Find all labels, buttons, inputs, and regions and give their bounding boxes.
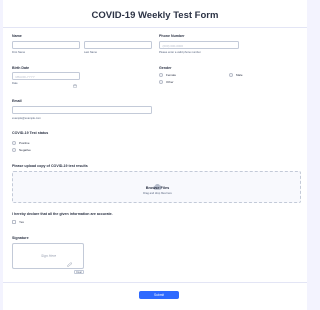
submit-button[interactable]: Submit — [139, 291, 179, 299]
signature-label: Signature — [12, 236, 29, 240]
last-name-sublabel: Last Name — [84, 51, 97, 54]
test-negative-radio[interactable] — [12, 147, 16, 152]
title-divider — [3, 27, 307, 28]
clear-signature-button[interactable]: Clear — [74, 270, 84, 274]
upload-hint: Drag and drop files here — [143, 192, 172, 195]
cloud-upload-icon — [153, 177, 162, 190]
name-label: Name — [12, 34, 22, 38]
test-positive-radio[interactable] — [12, 140, 16, 145]
form-card: COVID-19 Weekly Test Form Name First Nam… — [3, 0, 307, 310]
declaration-label: I hereby declare that all the given info… — [12, 212, 113, 216]
test-status-label: COVID-19 Test status — [12, 131, 49, 135]
form-title: COVID-19 Weekly Test Form — [91, 10, 219, 21]
gender-label: Gender — [159, 66, 172, 70]
birth-date-placeholder: MM-DD-YYYY — [15, 75, 35, 80]
birth-date-label: Birth Date — [12, 66, 30, 70]
first-name-input[interactable] — [12, 41, 80, 49]
email-input[interactable] — [12, 106, 152, 114]
pen-icon — [67, 254, 73, 267]
email-sublabel: example@example.com — [12, 117, 41, 120]
file-upload-dropzone[interactable]: Browse Files Drag and drop files here — [12, 171, 301, 203]
declaration-yes-label: Yes — [19, 220, 24, 224]
calendar-icon[interactable] — [73, 75, 77, 88]
footer-divider — [3, 282, 307, 283]
gender-male-label: Male — [236, 73, 243, 77]
phone-sublabel: Please enter a valid phone number. — [159, 51, 202, 54]
signature-pad[interactable]: Sign Here — [12, 243, 84, 269]
gender-other-radio[interactable] — [159, 79, 163, 84]
declaration-yes-checkbox[interactable] — [12, 219, 16, 224]
phone-input[interactable]: (000) 000-0000 — [159, 41, 239, 49]
gender-female-radio[interactable] — [159, 72, 163, 77]
browse-files-button[interactable]: Browse Files — [13, 186, 302, 190]
email-label: Email — [12, 99, 22, 103]
birth-date-sublabel: Date — [12, 82, 18, 85]
test-positive-label: Positive — [19, 141, 30, 145]
first-name-sublabel: First Name — [12, 51, 26, 54]
signature-placeholder: Sign Here — [41, 254, 57, 258]
last-name-input[interactable] — [84, 41, 152, 49]
upload-label: Please upload copy of COVID-19 test resu… — [12, 164, 88, 168]
phone-placeholder: (000) 000-0000 — [162, 44, 184, 49]
birth-date-input[interactable]: MM-DD-YYYY — [12, 72, 80, 88]
phone-label: Phone Number — [159, 34, 185, 38]
gender-male-radio[interactable] — [229, 72, 233, 77]
gender-other-label: Other — [166, 80, 174, 84]
test-negative-label: Negative — [19, 148, 31, 152]
gender-female-label: Female — [166, 73, 177, 77]
